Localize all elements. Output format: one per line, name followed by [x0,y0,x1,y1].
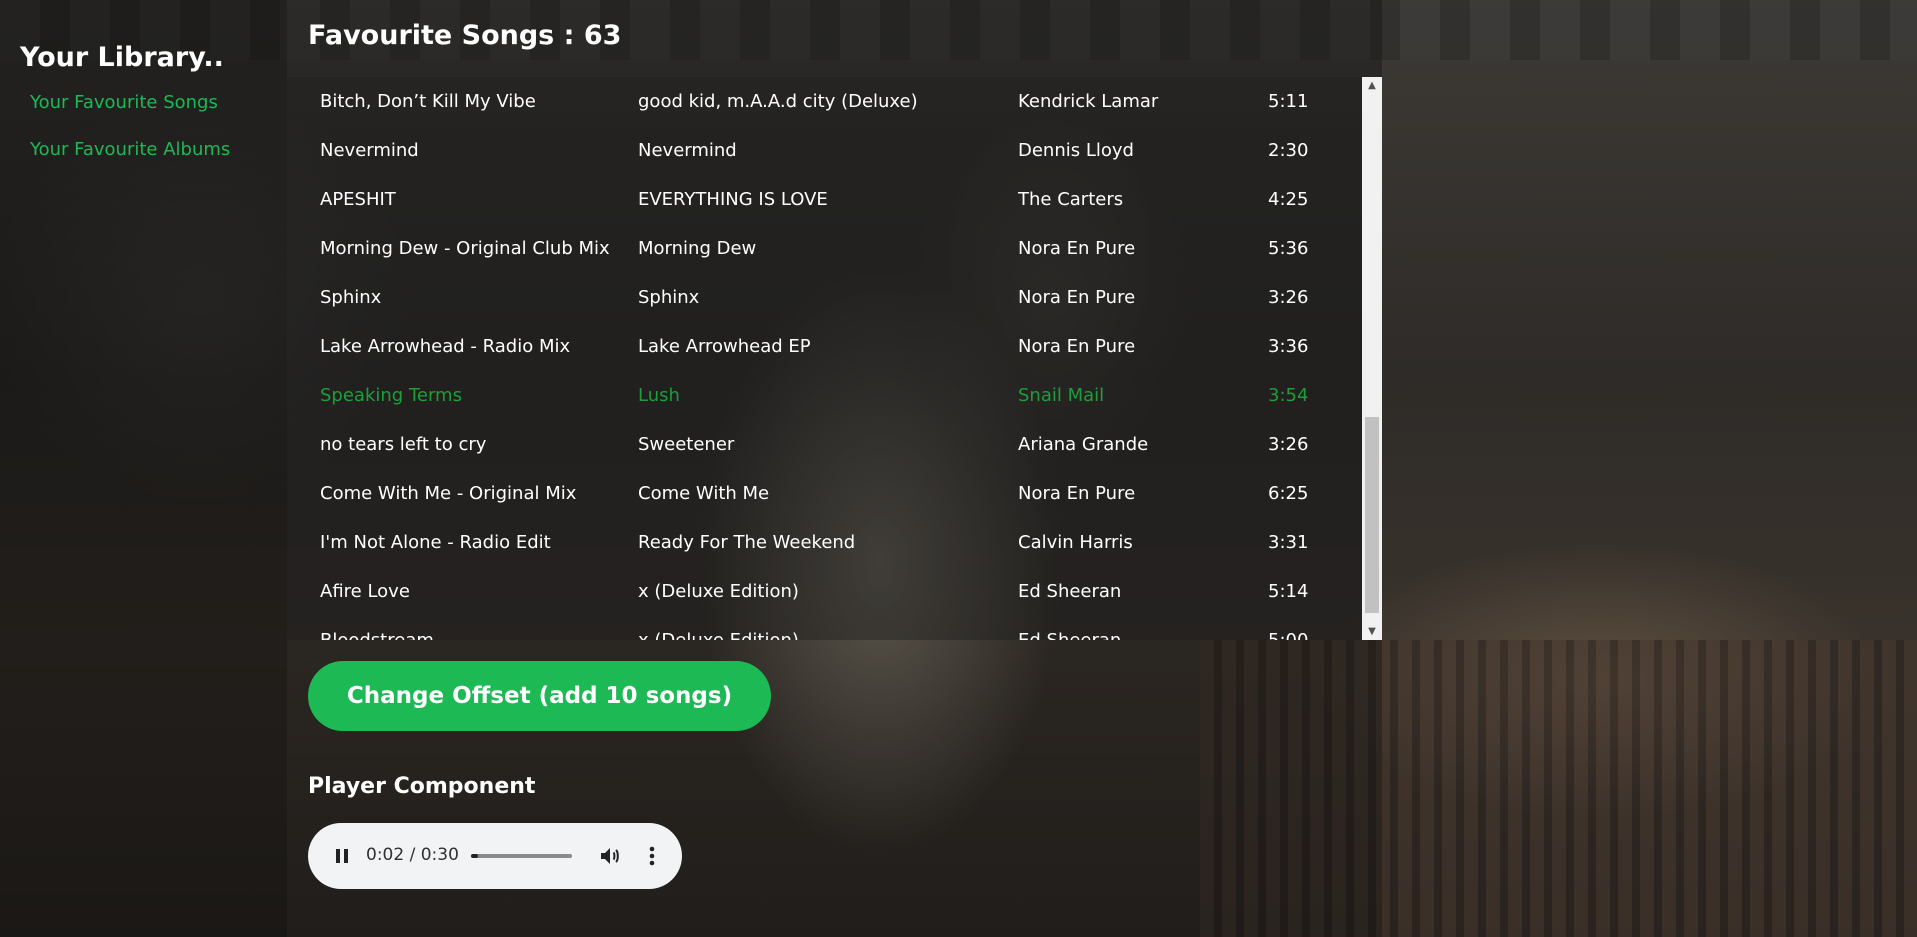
song-row[interactable]: Morning Dew - Original Club Mix Morning D… [287,224,1362,273]
song-row[interactable]: Afire Love x (Deluxe Edition) Ed Sheeran 5:… [287,567,1362,616]
song-row-playing[interactable]: Speaking Terms Lush Snail Mail 3:54 [287,371,1362,420]
song-artist: Ed Sheeran [1018,616,1268,640]
volume-icon[interactable] [598,844,622,868]
song-album: Lush [638,385,680,406]
song-row[interactable]: Lake Arrowhead - Radio Mix Lake Arrowhead… [287,322,1362,371]
song-row[interactable]: no tears left to cry Sweetener Ariana Gran… [287,420,1362,469]
change-offset-button[interactable]: Change Offset (add 10 songs) [308,661,771,731]
song-album: good kid, m.A.A.d city (Deluxe) [638,91,918,112]
nav-link-favourite-songs[interactable]: Your Favourite Songs [30,92,218,113]
song-row[interactable]: Bloodstreamx (Deluxe Edition)Ed Sheeran5… [287,616,1362,640]
song-title: Afire Love [320,581,410,602]
scroll-up-arrow-icon[interactable]: ▲ [1362,77,1382,94]
song-duration: 6:25 [1268,483,1309,504]
song-duration: 5:00 [1268,616,1362,640]
song-duration: 4:25 [1268,189,1309,210]
song-row[interactable]: APESHIT EVERYTHING IS LOVE The Carters 4:25 [287,175,1362,224]
song-title: Bitch, Don’t Kill My Vibe [320,91,536,112]
song-artist: Ariana Grande [1018,434,1149,455]
audio-player: 0:02 / 0:30 [308,823,682,889]
song-title: Sphinx [320,287,382,308]
pause-icon[interactable] [332,846,352,866]
song-title: Speaking Terms [320,385,462,406]
song-row[interactable]: I'm Not Alone - Radio Edit Ready For The … [287,518,1362,567]
song-album: Nevermind [638,140,737,161]
song-album: Sweetener [638,434,735,455]
song-title: Lake Arrowhead - Radio Mix [320,336,571,357]
song-album: Ready For The Weekend [638,532,856,553]
song-artist: Nora En Pure [1018,336,1136,357]
song-artist: Nora En Pure [1018,238,1136,259]
song-title: Nevermind [320,140,419,161]
song-title: I'm Not Alone - Radio Edit [320,532,551,553]
song-album: Morning Dew [638,238,757,259]
sidebar: Your Library.. Your Favourite Songs Your… [0,0,287,937]
scroll-down-arrow-icon[interactable]: ▼ [1362,623,1382,640]
songs-table-body: Bitch, Don’t Kill My Vibe good kid, m.A.A… [287,77,1362,640]
song-row[interactable]: Come With Me - Original Mix Come With Me N… [287,469,1362,518]
song-artist: The Carters [1018,189,1124,210]
song-row[interactable]: Nevermind Nevermind Dennis Lloyd 2:30 [287,126,1362,175]
songs-table-viewport: Bitch, Don’t Kill My Vibe good kid, m.A.A… [287,77,1362,640]
song-duration: 2:30 [1268,140,1309,161]
song-duration: 5:11 [1268,91,1309,112]
song-duration: 3:54 [1268,385,1309,406]
song-duration: 3:36 [1268,336,1309,357]
song-artist: Dennis Lloyd [1018,140,1134,161]
song-duration: 3:26 [1268,434,1309,455]
song-album: x (Deluxe Edition) [638,616,1018,640]
song-title: Bloodstream [287,616,638,640]
player-progress-fill [471,854,478,858]
song-title: Morning Dew - Original Club Mix [320,238,610,259]
nav-link-favourite-albums[interactable]: Your Favourite Albums [30,139,230,160]
song-artist: Ed Sheeran [1018,581,1122,602]
song-artist: Kendrick Lamar [1018,91,1159,112]
song-title: Come With Me - Original Mix [320,483,577,504]
song-artist: Nora En Pure [1018,287,1136,308]
song-artist: Nora En Pure [1018,483,1136,504]
song-artist: Calvin Harris [1018,532,1133,553]
player-time: 0:02 / 0:30 [366,845,459,865]
player-title: Player Component [308,774,536,799]
table-scrollbar[interactable]: ▲ ▼ [1362,77,1382,640]
song-row[interactable]: Bitch, Don’t Kill My Vibe good kid, m.A.A… [287,77,1362,126]
page-title: Favourite Songs : 63 [308,20,622,51]
library-title: Your Library.. [20,42,224,73]
song-duration: 3:26 [1268,287,1309,308]
song-duration: 5:14 [1268,581,1309,602]
more-options-icon[interactable] [640,844,664,868]
songs-table: Bitch, Don’t Kill My Vibe good kid, m.A.A… [287,77,1362,640]
song-album: Come With Me [638,483,770,504]
song-album: Lake Arrowhead EP [638,336,811,357]
song-row[interactable]: Sphinx Sphinx Nora En Pure 3:26 [287,273,1362,322]
song-title: no tears left to cry [320,434,487,455]
songs-table-container[interactable]: Bitch, Don’t Kill My Vibe good kid, m.A.A… [287,77,1382,640]
song-album: x (Deluxe Edition) [638,581,799,602]
song-duration: 5:36 [1268,238,1309,259]
song-artist: Snail Mail [1018,385,1105,406]
song-album: EVERYTHING IS LOVE [638,189,828,210]
song-title: APESHIT [320,189,396,210]
song-album: Sphinx [638,287,700,308]
song-duration: 3:31 [1268,532,1309,553]
scrollbar-thumb[interactable] [1365,417,1379,613]
player-progress-bar[interactable] [471,854,572,858]
